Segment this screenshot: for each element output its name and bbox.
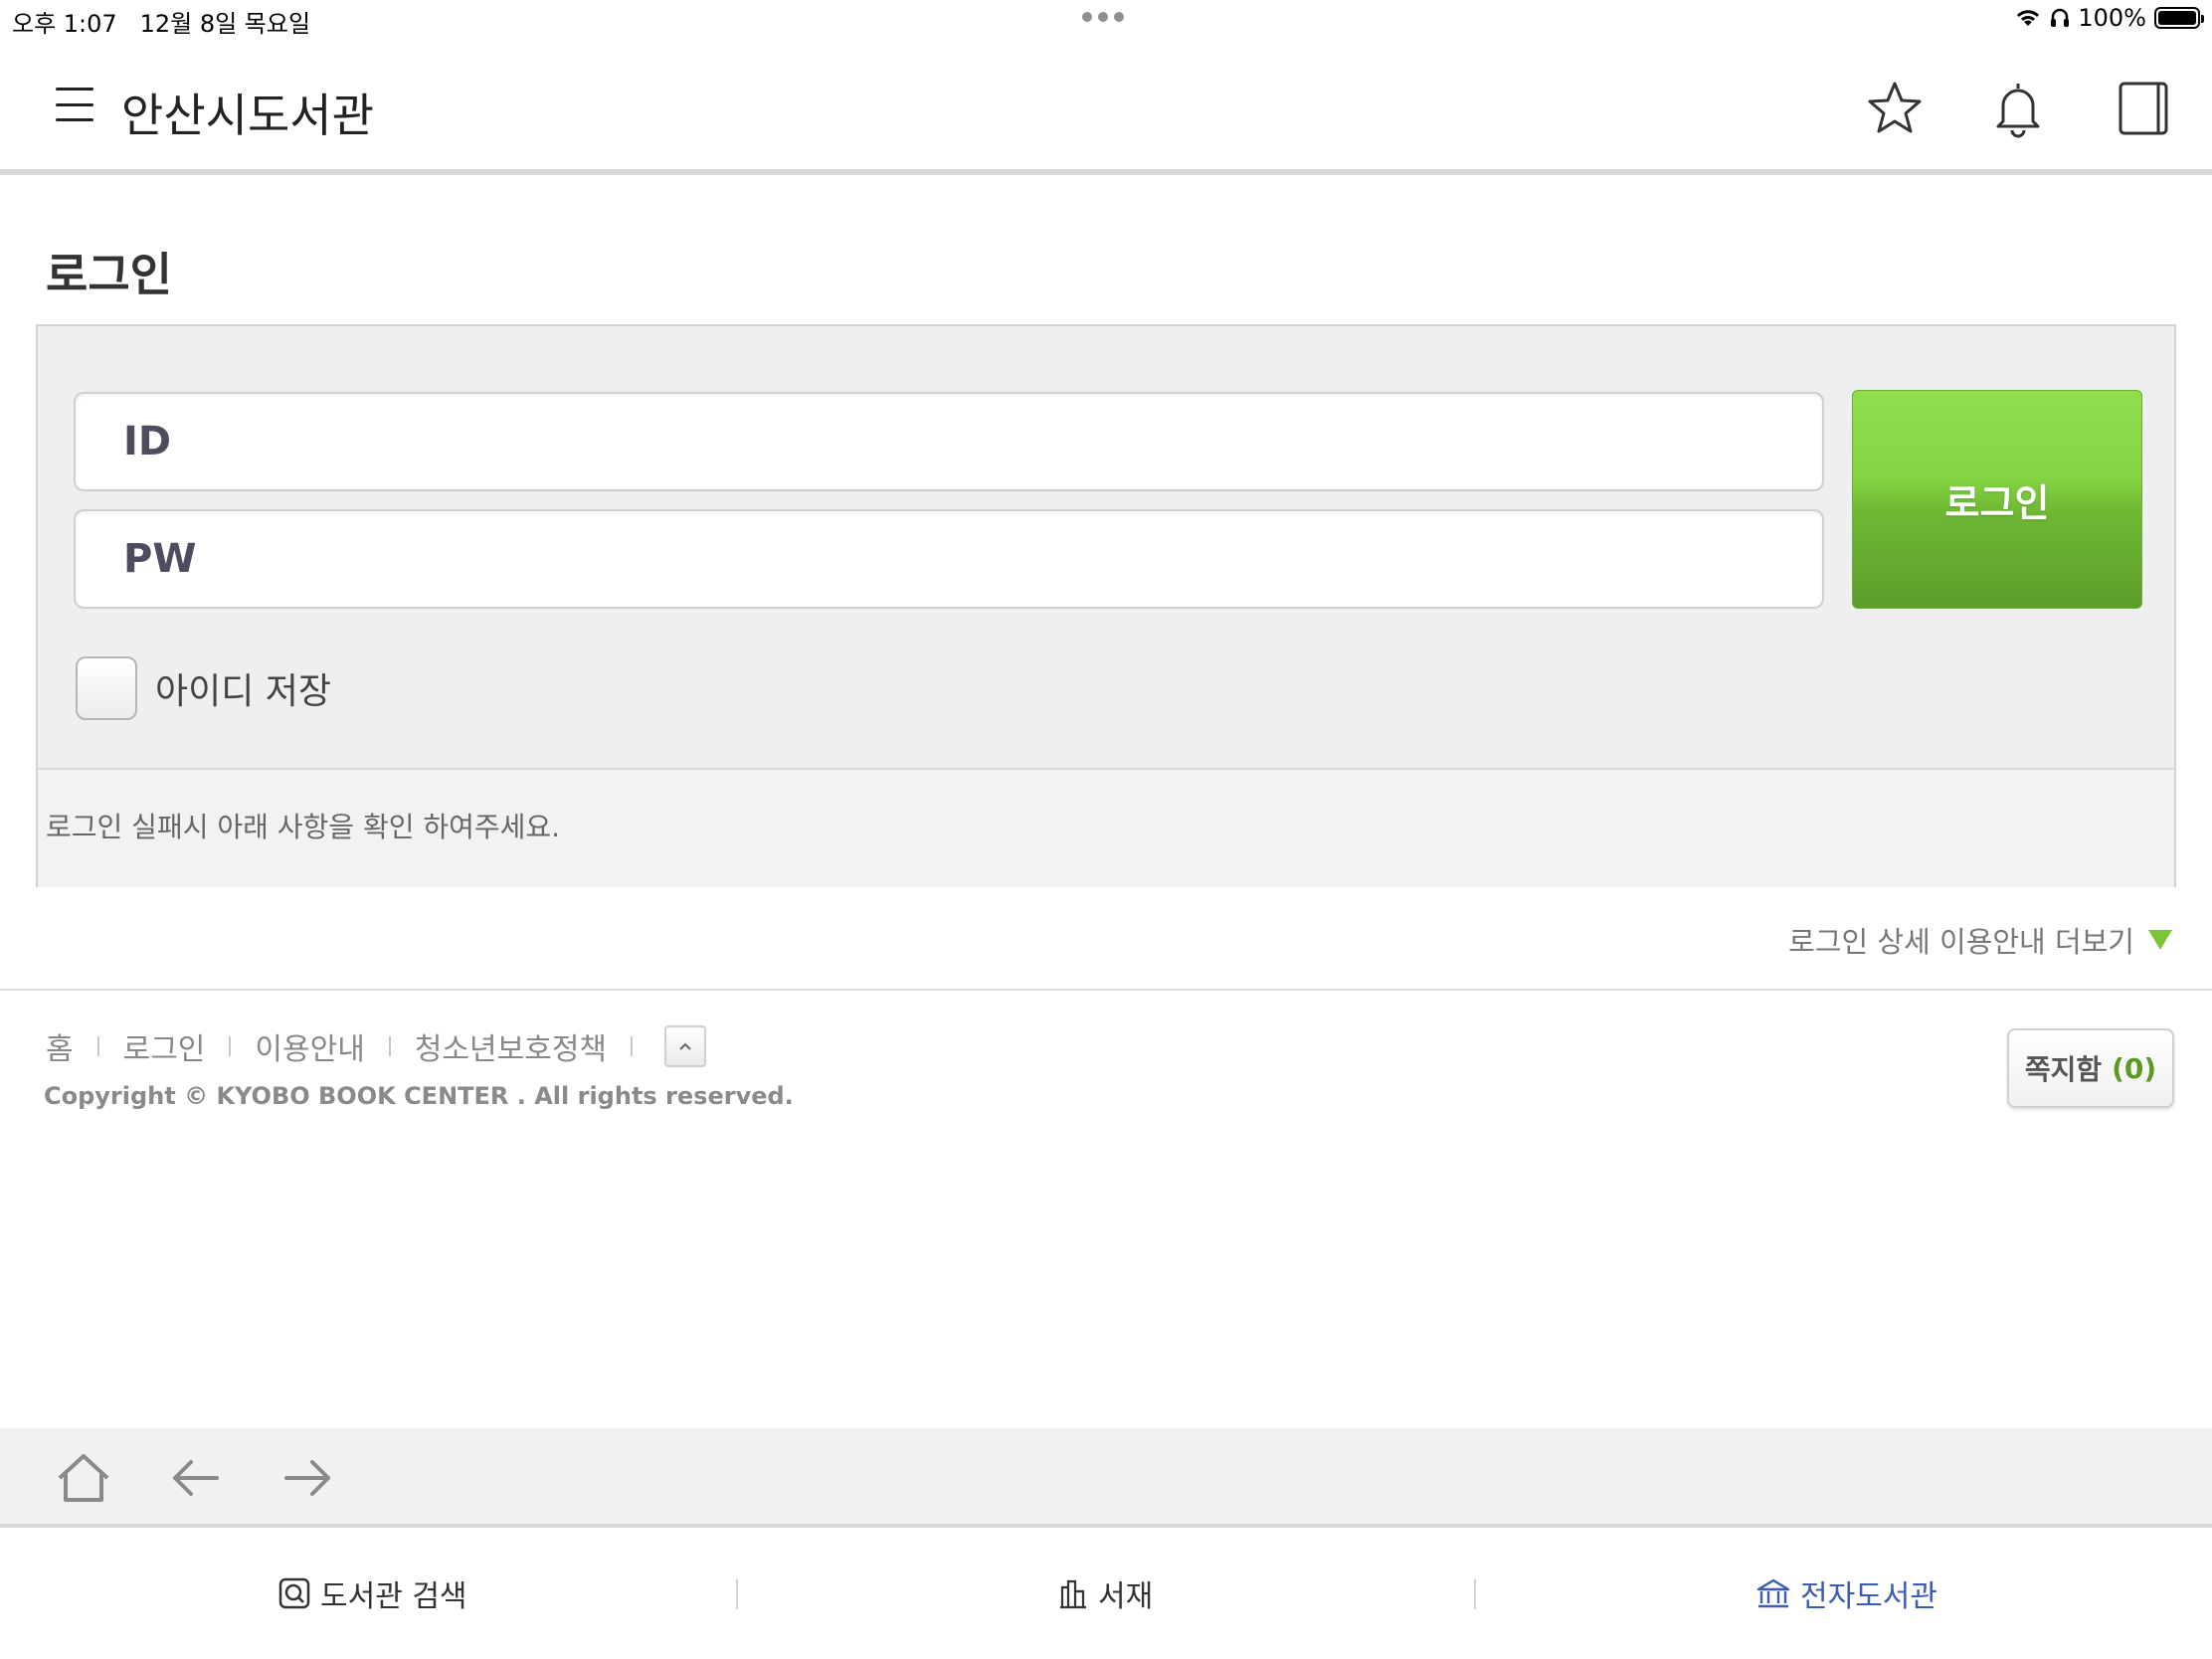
login-guide-more-label[interactable]: 로그인 상세 이용안내 더보기: [1788, 919, 2134, 961]
forward-arrow-icon[interactable]: [278, 1450, 338, 1506]
side-panel-icon[interactable]: [2113, 78, 2174, 139]
bell-icon[interactable]: [1987, 78, 2049, 139]
footer-link-home[interactable]: 홈: [46, 1024, 74, 1068]
tab-separator: [736, 1579, 738, 1609]
footer-link-youth-policy[interactable]: 청소년보호정책: [415, 1024, 607, 1068]
headphones-icon: [2051, 8, 2070, 27]
tab-e-library-label[interactable]: 전자도서관: [1800, 1571, 1937, 1615]
message-box-label[interactable]: 쪽지함: [2025, 1048, 2102, 1088]
app-title: 안산시도서관: [121, 89, 374, 142]
copyright-text: Copyright © KYOBO BOOK CENTER . All righ…: [44, 1082, 794, 1110]
battery-icon: [2154, 7, 2204, 29]
bookshelf-icon[interactable]: [1058, 1577, 1088, 1609]
tab-bookshelf-label[interactable]: 서재: [1098, 1571, 1153, 1615]
star-icon[interactable]: [1864, 78, 1926, 139]
login-notice-area: 로그인 실패시 아래 사항을 확인 하여주세요.: [38, 768, 2174, 887]
status-bar: 오후 1:07 12월 8일 목요일 100%: [0, 0, 2212, 40]
status-time-text: 오후 1:07: [12, 10, 117, 38]
tab-separator: [1474, 1579, 1476, 1609]
footer-separator: [388, 1036, 391, 1056]
login-guide-more-link[interactable]: 로그인 상세 이용안내 더보기: [1788, 919, 2172, 961]
footer-link-guide[interactable]: 이용안내: [255, 1024, 364, 1068]
message-count[interactable]: (0): [2112, 1052, 2156, 1085]
browser-toolbar: [0, 1428, 2212, 1528]
footer-separator: [631, 1036, 634, 1056]
scroll-top-button[interactable]: [664, 1025, 707, 1067]
message-box-button[interactable]: 쪽지함 (0): [2007, 1028, 2174, 1108]
footer-separator: [229, 1036, 232, 1056]
wifi-icon: [2017, 10, 2040, 26]
footer-link-login[interactable]: 로그인: [123, 1024, 206, 1068]
status-right: 100%: [2014, 4, 2204, 32]
login-notice-text: 로그인 실패시 아래 사항을 확인 하여주세요.: [46, 811, 561, 843]
tab-bookshelf[interactable]: 서재: [1058, 1571, 1153, 1615]
id-input[interactable]: [74, 392, 1824, 491]
multitasking-dots-icon[interactable]: [1082, 12, 1124, 22]
status-date-text: 12월 8일 목요일: [139, 10, 311, 38]
hamburger-menu-icon[interactable]: [56, 88, 93, 121]
save-id-checkbox[interactable]: [76, 656, 137, 720]
login-form: 로그인 아이디 저장 로그인 실패시 아래 사항을 확인 하여주세요.: [36, 324, 2176, 887]
chevron-up-icon[interactable]: [677, 1040, 693, 1052]
login-button[interactable]: 로그인: [1852, 390, 2142, 609]
home-icon[interactable]: [54, 1450, 113, 1506]
status-time: 오후 1:07 12월 8일 목요일: [12, 4, 310, 39]
back-arrow-icon[interactable]: [165, 1450, 225, 1506]
footer-separator: [96, 1036, 99, 1056]
tab-library-search-label[interactable]: 도서관 검색: [320, 1571, 467, 1615]
battery-percent: 100%: [2078, 4, 2146, 32]
tab-e-library[interactable]: 전자도서관: [1756, 1571, 1937, 1615]
app-header: 안산시도서관: [0, 40, 2212, 175]
bottom-tab-bar: 도서관 검색 서재 전자도서관: [0, 1532, 2212, 1659]
save-id-option[interactable]: 아이디 저장: [76, 656, 331, 720]
tab-library-search[interactable]: 도서관 검색: [278, 1571, 467, 1615]
save-id-label[interactable]: 아이디 저장: [155, 662, 331, 714]
footer-links: 홈 로그인 이용안내 청소년보호정책: [46, 1024, 707, 1068]
library-building-icon[interactable]: [1756, 1577, 1790, 1609]
triangle-down-icon[interactable]: [2148, 930, 2172, 950]
section-divider: [0, 989, 2212, 991]
password-input[interactable]: [74, 509, 1824, 609]
search-icon[interactable]: [278, 1577, 310, 1609]
page-title: 로그인: [46, 248, 172, 301]
